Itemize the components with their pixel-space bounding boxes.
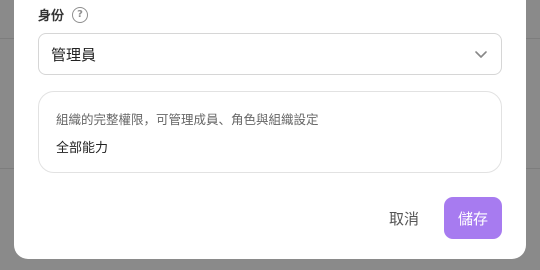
chevron-down-icon: [475, 51, 487, 58]
role-info-card: 組織的完整權限，可管理成員、角色與組織設定 全部能力: [38, 91, 502, 173]
question-circle-icon[interactable]: ?: [72, 6, 89, 23]
role-field-label: 身份 ?: [38, 5, 89, 24]
save-button[interactable]: 儲存: [444, 197, 502, 239]
role-select[interactable]: 管理員: [38, 33, 502, 75]
role-select-value: 管理員: [51, 45, 97, 64]
role-label-text: 身份: [38, 9, 65, 24]
role-permission: 全部能力: [56, 141, 109, 156]
cancel-button[interactable]: 取消: [378, 197, 430, 239]
edit-role-dialog: 身份 ? 管理員 組織的完整權限，可管理成員、角色與組織設定 全部能力 取消 儲…: [14, 0, 526, 259]
role-description: 組織的完整權限，可管理成員、角色與組織設定: [56, 112, 319, 127]
